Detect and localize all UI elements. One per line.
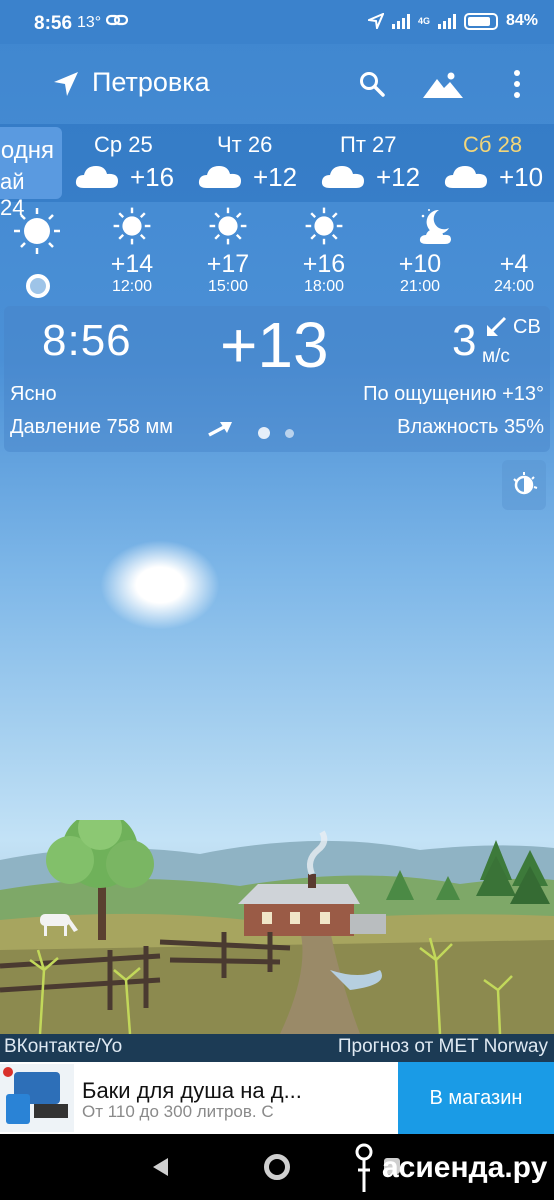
vk-link[interactable]: ВКонтакте/Yo	[4, 1036, 122, 1058]
current-time: 8:56	[42, 316, 132, 365]
forecast-source[interactable]: Прогноз от MET Norway	[338, 1036, 548, 1058]
status-temp: 13°	[77, 14, 102, 31]
landscape-icon[interactable]	[422, 71, 464, 99]
hourly-item: +16 18:00	[284, 206, 364, 298]
day-label: Пт 27	[340, 132, 397, 157]
search-icon[interactable]	[358, 70, 386, 98]
hourly-temp: +17	[206, 250, 250, 278]
signal2-icon	[437, 13, 456, 29]
ad-shop-button[interactable]: В магазин	[398, 1062, 554, 1134]
sun-icon	[113, 207, 151, 245]
today-label: одня	[0, 137, 54, 164]
day-tab[interactable]: Ср 25 +16	[74, 130, 194, 200]
location-title[interactable]: Петровка	[92, 67, 210, 98]
pressure-text: Давление 758 мм	[10, 416, 173, 438]
hourly-item: +10 21:00	[380, 206, 460, 298]
hourly-item: +17 15:00	[188, 206, 268, 298]
sun-icon	[209, 207, 247, 245]
hourly-item: +4 24:00	[474, 206, 554, 298]
more-vert-icon[interactable]	[506, 68, 528, 100]
day-temp: +16	[130, 162, 175, 192]
cloud-icon	[321, 166, 364, 188]
day-temp: +12	[376, 162, 421, 192]
day-tab[interactable]: Чт 26 +12	[197, 130, 317, 200]
page-indicator	[285, 429, 294, 438]
wind-direction-icon	[483, 314, 509, 340]
page-indicator-active	[258, 427, 270, 439]
pressure-trend-icon	[206, 418, 234, 438]
day-tab-today[interactable]: одня ай 24	[0, 127, 62, 220]
link-icon	[105, 13, 129, 32]
day-temp: +10	[499, 162, 544, 192]
day-tab[interactable]: Пт 27 +12	[320, 130, 440, 200]
wind-direction: СВ	[513, 316, 541, 338]
sun-icon	[305, 207, 343, 245]
cloud-icon	[444, 166, 487, 188]
day-temp: +12	[253, 162, 298, 192]
current-hour-indicator	[26, 274, 50, 298]
battery-level: 84%	[505, 12, 538, 29]
battery-icon	[463, 12, 498, 30]
moon-cloud-icon	[419, 209, 451, 244]
sun-moon-icon	[513, 472, 538, 495]
hourly-item: +14 12:00	[92, 206, 172, 298]
cloud-icon	[75, 166, 118, 188]
hourly-temp: +10	[398, 250, 442, 278]
ad-subtitle[interactable]: От 110 до 300 литров. С	[82, 1102, 382, 1122]
sun-glow	[100, 540, 220, 630]
signal-icon	[391, 13, 410, 29]
home-icon[interactable]	[264, 1154, 290, 1180]
watermark: асиенда.ру	[350, 1140, 547, 1196]
hourly-time: 24:00	[493, 278, 535, 295]
hourly-temp: +4	[499, 250, 529, 278]
back-icon[interactable]	[150, 1156, 170, 1183]
wind-speed: 3	[452, 316, 477, 365]
hourly-time: 12:00	[111, 278, 153, 295]
feels-like: По ощущению +13°	[363, 383, 544, 405]
hourly-time: 21:00	[399, 278, 441, 295]
hourly-temp: +16	[302, 250, 346, 278]
ad-title[interactable]: Баки для душа на д...	[82, 1078, 382, 1104]
status-right: 4G 84%	[367, 12, 538, 30]
location-arrow-icon[interactable]	[52, 70, 80, 98]
wind-unit: м/с	[482, 346, 510, 367]
humidity-text: Влажность 35%	[397, 416, 544, 438]
current-temp: +13	[220, 309, 329, 381]
status-time: 8:56	[34, 13, 73, 34]
landscape-illustration	[0, 820, 554, 1034]
cloud-icon	[198, 166, 241, 188]
location-status-icon	[367, 13, 384, 29]
hourly-time: 15:00	[207, 278, 249, 295]
day-label: Чт 26	[217, 132, 273, 157]
network-type: 4G	[417, 15, 430, 26]
sun-icon	[12, 206, 62, 261]
condition-text: Ясно	[10, 383, 57, 405]
day-label: Сб 28	[463, 132, 523, 157]
hourly-temp: +14	[110, 250, 154, 278]
day-label: Ср 25	[94, 132, 153, 157]
day-tab[interactable]: Сб 28 +10	[443, 130, 554, 200]
watermark-logo-icon	[355, 1143, 373, 1192]
ad-image[interactable]	[0, 1064, 74, 1132]
hourly-time: 18:00	[303, 278, 345, 295]
theme-toggle-button[interactable]	[502, 460, 546, 510]
